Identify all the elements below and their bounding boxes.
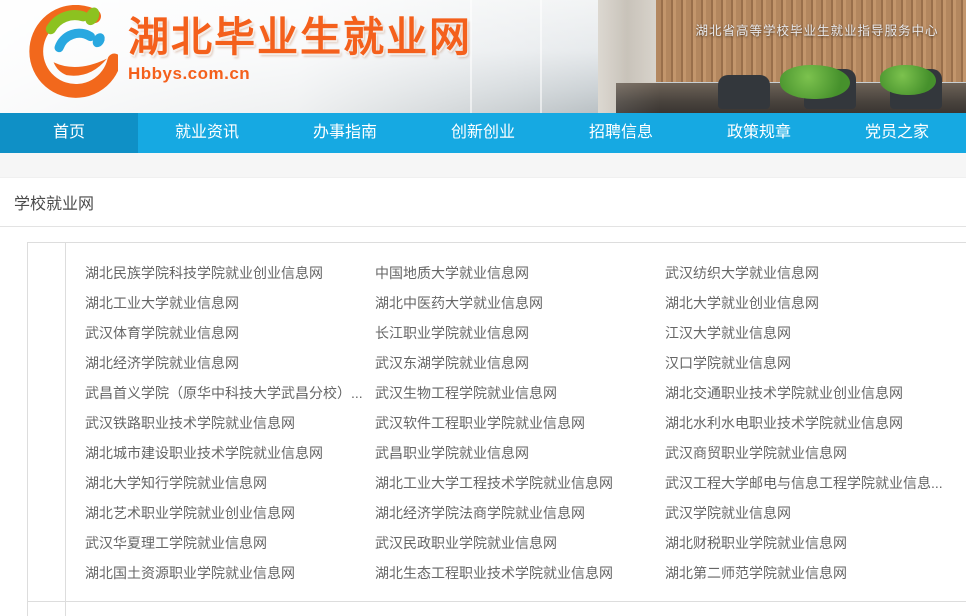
school-link[interactable]: 湖北经济学院就业信息网 bbox=[85, 348, 375, 378]
school-link[interactable]: 武汉民政职业学院就业信息网 bbox=[375, 528, 665, 558]
school-link[interactable]: 武昌首义学院（原华中科技大学武昌分校）... bbox=[85, 378, 375, 408]
logo-domain: Hbbys.com.cn bbox=[128, 64, 472, 84]
next-row-stub bbox=[27, 602, 966, 616]
nav-item-employment-news[interactable]: 就业资讯 bbox=[138, 113, 276, 153]
school-link[interactable]: 湖北中医药大学就业信息网 bbox=[375, 288, 665, 318]
school-link[interactable]: 武汉学院就业信息网 bbox=[665, 498, 966, 528]
site-header: 湖北省高等学校毕业生就业指导服务中心 湖北毕业生就业网 Hbbys.com.cn bbox=[0, 0, 966, 113]
header-photo-glass-line bbox=[540, 0, 542, 113]
nav-item-recruit-info[interactable]: 招聘信息 bbox=[552, 113, 690, 153]
page-title: 学校就业网 bbox=[14, 190, 94, 214]
school-link[interactable]: 湖北大学就业创业信息网 bbox=[665, 288, 966, 318]
school-link[interactable]: 长江职业学院就业信息网 bbox=[375, 318, 665, 348]
school-link[interactable]: 武汉体育学院就业信息网 bbox=[85, 318, 375, 348]
header-photo-chair bbox=[718, 75, 770, 109]
school-link[interactable]: 武汉工程大学邮电与信息工程学院就业信息... bbox=[665, 468, 966, 498]
spacer-gap bbox=[0, 227, 966, 242]
school-link[interactable]: 湖北大学知行学院就业信息网 bbox=[85, 468, 375, 498]
school-link[interactable]: 湖北城市建设职业技术学院就业信息网 bbox=[85, 438, 375, 468]
nav-item-service-guide[interactable]: 办事指南 bbox=[276, 113, 414, 153]
school-link[interactable]: 江汉大学就业信息网 bbox=[665, 318, 966, 348]
school-link[interactable]: 武汉铁路职业技术学院就业信息网 bbox=[85, 408, 375, 438]
logo-icon bbox=[26, 5, 118, 103]
logo-text-block: 湖北毕业生就业网 Hbbys.com.cn bbox=[128, 5, 472, 84]
logo-title: 湖北毕业生就业网 bbox=[128, 13, 472, 62]
school-link[interactable]: 武汉商贸职业学院就业信息网 bbox=[665, 438, 966, 468]
section-header: 学校就业网 bbox=[0, 178, 966, 227]
school-link[interactable]: 湖北第二师范学院就业信息网 bbox=[665, 558, 966, 588]
school-link[interactable]: 湖北生态工程职业技术学院就业信息网 bbox=[375, 558, 665, 588]
panel-left-rail bbox=[28, 243, 66, 601]
site-logo[interactable]: 湖北毕业生就业网 Hbbys.com.cn bbox=[26, 5, 472, 103]
school-link[interactable]: 湖北经济学院法商学院就业信息网 bbox=[375, 498, 665, 528]
school-link[interactable]: 武汉纺织大学就业信息网 bbox=[665, 258, 966, 288]
school-link[interactable]: 武昌职业学院就业信息网 bbox=[375, 438, 665, 468]
header-photo-wall-text: 湖北省高等学校毕业生就业指导服务中心 bbox=[672, 20, 962, 39]
school-link[interactable]: 湖北交通职业技术学院就业创业信息网 bbox=[665, 378, 966, 408]
header-photo-plant bbox=[780, 65, 850, 99]
panel-body: 湖北民族学院科技学院就业创业信息网 中国地质大学就业信息网 武汉纺织大学就业信息… bbox=[66, 243, 966, 601]
school-link[interactable]: 湖北工业大学工程技术学院就业信息网 bbox=[375, 468, 665, 498]
school-link[interactable]: 中国地质大学就业信息网 bbox=[375, 258, 665, 288]
nav-item-party-home[interactable]: 党员之家 bbox=[828, 113, 966, 153]
school-links-grid: 湖北民族学院科技学院就业创业信息网 中国地质大学就业信息网 武汉纺织大学就业信息… bbox=[85, 258, 966, 588]
school-link[interactable]: 湖北水利水电职业技术学院就业信息网 bbox=[665, 408, 966, 438]
main-nav: 首页 就业资讯 办事指南 创新创业 招聘信息 政策规章 党员之家 bbox=[0, 113, 966, 153]
nav-item-home[interactable]: 首页 bbox=[0, 113, 138, 153]
spacer-strip bbox=[0, 153, 966, 178]
school-link[interactable]: 武汉华夏理工学院就业信息网 bbox=[85, 528, 375, 558]
school-link[interactable]: 武汉东湖学院就业信息网 bbox=[375, 348, 665, 378]
nav-item-policy[interactable]: 政策规章 bbox=[690, 113, 828, 153]
next-row-rail bbox=[28, 602, 66, 616]
nav-item-innovation[interactable]: 创新创业 bbox=[414, 113, 552, 153]
school-link[interactable]: 湖北国土资源职业学院就业信息网 bbox=[85, 558, 375, 588]
school-link[interactable]: 湖北财税职业学院就业信息网 bbox=[665, 528, 966, 558]
school-link[interactable]: 湖北艺术职业学院就业创业信息网 bbox=[85, 498, 375, 528]
school-link[interactable]: 湖北工业大学就业信息网 bbox=[85, 288, 375, 318]
school-link[interactable]: 武汉生物工程学院就业信息网 bbox=[375, 378, 665, 408]
header-photo-plant bbox=[880, 65, 936, 95]
school-link[interactable]: 汉口学院就业信息网 bbox=[665, 348, 966, 378]
school-link[interactable]: 湖北民族学院科技学院就业创业信息网 bbox=[85, 258, 375, 288]
school-link[interactable]: 武汉软件工程职业学院就业信息网 bbox=[375, 408, 665, 438]
school-links-panel: 湖北民族学院科技学院就业创业信息网 中国地质大学就业信息网 武汉纺织大学就业信息… bbox=[27, 242, 966, 602]
